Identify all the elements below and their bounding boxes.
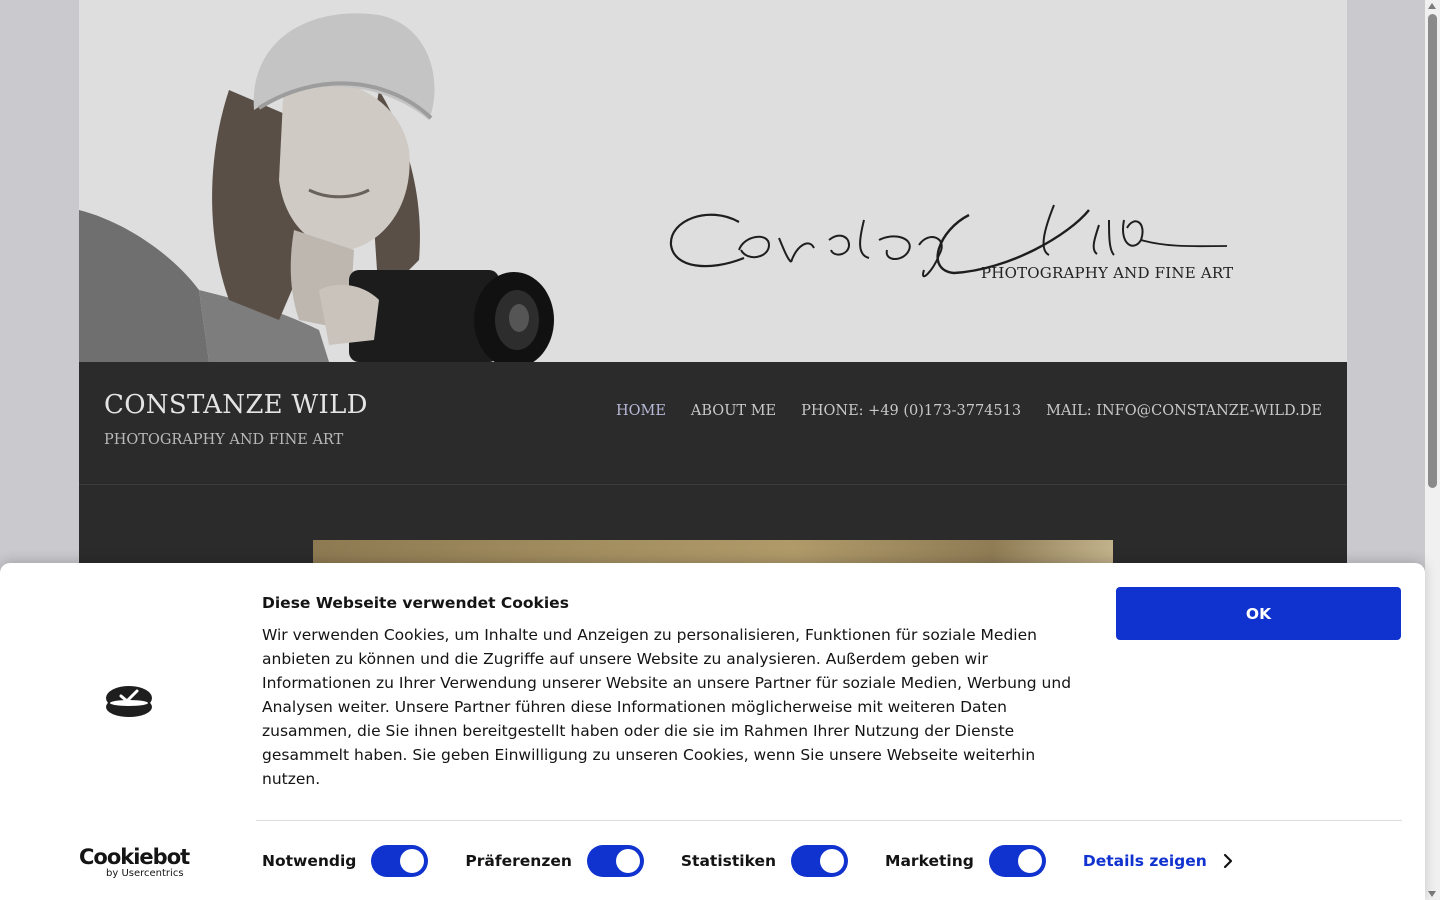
toggle-label: Statistiken: [680, 852, 777, 870]
site-title[interactable]: CONSTANZE WILD: [104, 390, 368, 420]
toggle-label: Marketing: [885, 852, 974, 870]
nav-item-home[interactable]: HOME: [616, 403, 666, 419]
divider: [256, 820, 1402, 821]
banner-tagline: PHOTOGRAPHY AND FINE ART: [981, 264, 1234, 282]
nav-item-phone[interactable]: PHONE: +49 (0)173-3774513: [801, 403, 1021, 419]
toggle-label: Präferenzen: [465, 852, 572, 870]
cookie-description: Wir verwenden Cookies, um Inhalte und An…: [262, 626, 1072, 788]
nav-item-about-me[interactable]: ABOUT ME: [691, 403, 776, 419]
nav-item-mail[interactable]: MAIL: INFO@CONSTANZE-WILD.DE: [1046, 403, 1322, 419]
consent-toggles: Notwendig Präferenzen Statistiken Market…: [262, 844, 1233, 878]
scroll-up-icon[interactable]: [1428, 3, 1436, 9]
main-navigation: HOME ABOUT ME PHONE: +49 (0)173-3774513 …: [616, 403, 1322, 419]
masthead: CONSTANZE WILD PHOTOGRAPHY AND FINE ART …: [79, 362, 1347, 485]
banner-photo: [79, 0, 1347, 362]
notwendig-switch[interactable]: [371, 845, 429, 877]
toggle-marketing: Marketing: [885, 845, 1046, 877]
ok-button[interactable]: OK: [1116, 587, 1401, 640]
chevron-right-icon: [1223, 853, 1232, 869]
cookie-consent-dialog: Diese Webseite verwendet Cookies Wir ver…: [0, 563, 1425, 900]
praeferenzen-switch[interactable]: [586, 845, 644, 877]
marketing-switch[interactable]: [988, 845, 1046, 877]
switch-knob: [400, 849, 425, 873]
details-link[interactable]: Details zeigen: [1083, 852, 1233, 870]
page-scrollbar[interactable]: [1425, 0, 1440, 900]
details-label: Details zeigen: [1082, 852, 1207, 870]
statistiken-switch[interactable]: [791, 845, 849, 877]
scrollbar-thumb[interactable]: [1428, 14, 1437, 488]
toggle-praeferenzen: Präferenzen: [465, 845, 644, 877]
switch-knob: [820, 849, 845, 873]
toggle-notwendig: Notwendig: [262, 845, 429, 877]
scroll-down-icon[interactable]: [1428, 891, 1436, 897]
switch-knob: [615, 849, 640, 873]
site-description: PHOTOGRAPHY AND FINE ART: [104, 432, 344, 448]
toggle-statistiken: Statistiken: [680, 845, 849, 877]
cookiebot-byline: by Usercentrics: [106, 868, 184, 879]
cookiebot-logo-icon: [106, 686, 152, 717]
switch-knob: [1017, 849, 1042, 873]
cookiebot-wordmark: Cookiebot: [79, 845, 190, 869]
toggle-label: Notwendig: [262, 852, 357, 870]
cookiebot-brand-logo[interactable]: Cookiebot by Usercentrics: [79, 845, 190, 880]
header-banner-image: PHOTOGRAPHY AND FINE ART: [79, 0, 1347, 362]
cookie-title: Diese Webseite verwendet Cookies: [262, 594, 569, 612]
